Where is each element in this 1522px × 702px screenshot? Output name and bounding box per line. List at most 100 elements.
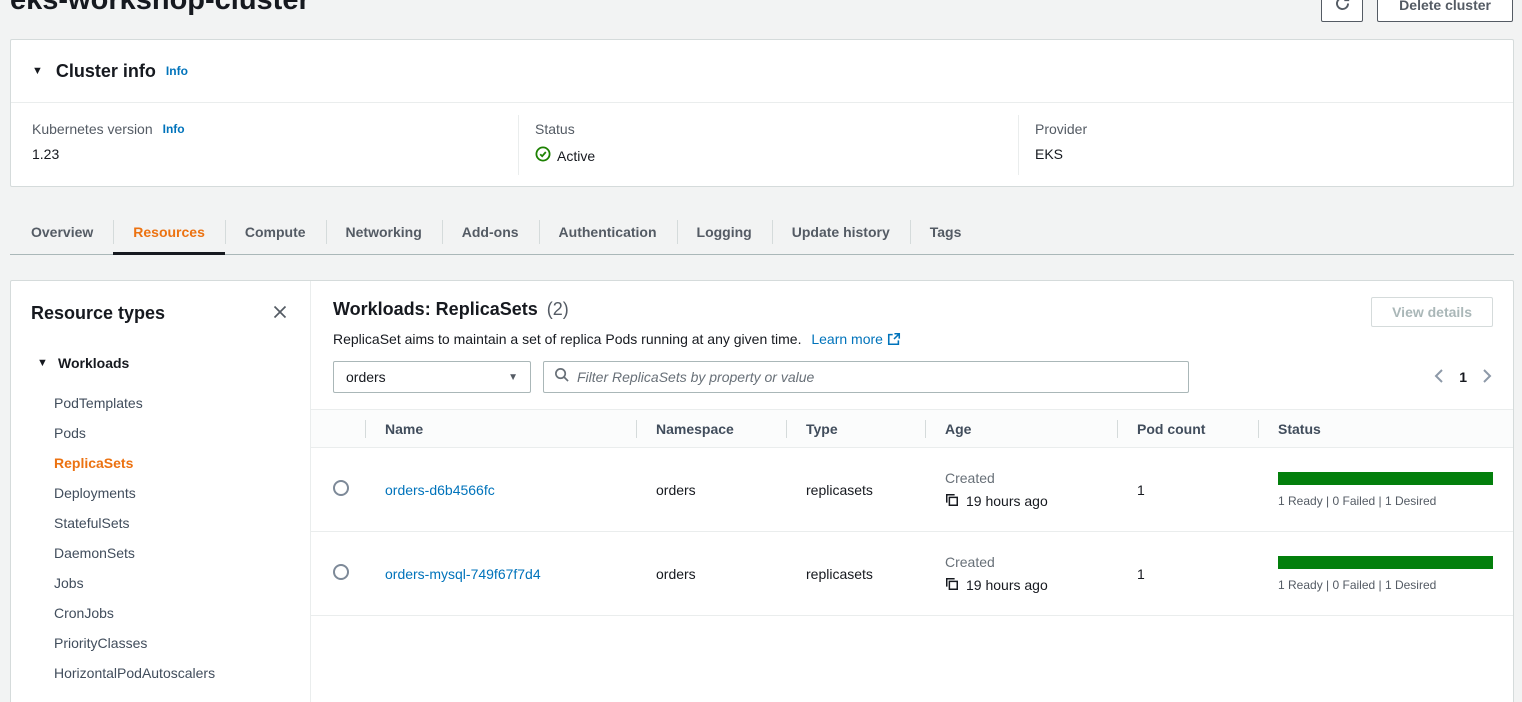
- sidebar-title: Resource types: [31, 303, 165, 324]
- provider-label: Provider: [1035, 121, 1087, 137]
- tab-tags[interactable]: Tags: [910, 210, 982, 254]
- external-link-icon: [887, 333, 901, 349]
- age-text: 19 hours ago: [966, 493, 1048, 509]
- copy-button[interactable]: [945, 577, 959, 594]
- cluster-info-title: Cluster info: [56, 61, 156, 82]
- column-divider: [518, 115, 519, 175]
- sidebar-item-deployments[interactable]: Deployments: [31, 478, 290, 508]
- status-summary: 1 Ready | 0 Failed | 1 Desired: [1278, 494, 1513, 508]
- caret-down-icon: ▼: [37, 357, 49, 369]
- row-radio-button[interactable]: [333, 564, 349, 580]
- sidebar-item-pods[interactable]: Pods: [31, 418, 290, 448]
- status-bar: [1278, 556, 1493, 569]
- age-text: 19 hours ago: [966, 577, 1048, 593]
- sidebar-item-horizontalpodautoscalers[interactable]: HorizontalPodAutoscalers: [31, 658, 290, 688]
- view-details-button[interactable]: View details: [1371, 297, 1493, 327]
- selection-column-header: [311, 410, 365, 448]
- cluster-info-panel: ▼ Cluster info Info Kubernetes version I…: [10, 39, 1514, 187]
- copy-button[interactable]: [945, 493, 959, 510]
- caret-down-icon[interactable]: ▼: [32, 65, 43, 77]
- replicasets-table: Name Namespace Type Age Pod count Status…: [311, 409, 1513, 616]
- refresh-button[interactable]: [1321, 0, 1363, 22]
- check-circle-icon: [535, 146, 551, 165]
- copy-icon: [945, 577, 959, 594]
- cluster-info-body: Kubernetes version Info 1.23 Status Acti…: [11, 103, 1513, 187]
- provider-value: EKS: [1035, 146, 1087, 162]
- sidebar-close-button[interactable]: [270, 304, 290, 324]
- provider-field: Provider EKS: [1035, 121, 1087, 162]
- age-created-label: Created: [945, 554, 1117, 570]
- cell-status: 1 Ready | 0 Failed | 1 Desired: [1258, 532, 1513, 616]
- cell-type: replicasets: [786, 532, 925, 616]
- sidebar-item-list: PodTemplates Pods ReplicaSets Deployment…: [31, 388, 290, 688]
- dropdown-value: orders: [346, 369, 386, 385]
- learn-more-link[interactable]: Learn more: [811, 331, 883, 347]
- sidebar-item-cronjobs[interactable]: CronJobs: [31, 598, 290, 628]
- replicaset-name-link[interactable]: orders-d6b4566fc: [385, 482, 495, 498]
- status-label: Status: [535, 121, 575, 137]
- copy-icon: [945, 493, 959, 510]
- tab-update-history[interactable]: Update history: [772, 210, 910, 254]
- cell-type: replicasets: [786, 448, 925, 532]
- cell-status: 1 Ready | 0 Failed | 1 Desired: [1258, 448, 1513, 532]
- eks-console-screen: eks-workshop-cluster Delete cluster ▼ Cl…: [0, 0, 1522, 702]
- refresh-icon: [1334, 0, 1351, 15]
- kubernetes-version-label: Kubernetes version: [32, 121, 153, 137]
- search-box: [543, 361, 1189, 393]
- sidebar-item-jobs[interactable]: Jobs: [31, 568, 290, 598]
- sidebar-item-statefulsets[interactable]: StatefulSets: [31, 508, 290, 538]
- column-header-name: Name: [365, 410, 636, 448]
- kubernetes-version-value: 1.23: [32, 146, 185, 162]
- sidebar-item-podtemplates[interactable]: PodTemplates: [31, 388, 290, 418]
- column-header-status: Status: [1258, 410, 1513, 448]
- tab-add-ons[interactable]: Add-ons: [442, 210, 539, 254]
- replicaset-name-link[interactable]: orders-mysql-749f67f7d4: [385, 566, 541, 582]
- cell-age: Created 19 hours ago: [925, 532, 1117, 616]
- main-description: ReplicaSet aims to maintain a set of rep…: [333, 331, 1493, 349]
- cell-namespace: orders: [636, 448, 786, 532]
- tab-resources[interactable]: Resources: [113, 210, 225, 254]
- status-text: Active: [557, 148, 595, 164]
- kubernetes-version-info-link[interactable]: Info: [163, 122, 185, 136]
- filter-input[interactable]: [577, 369, 1178, 385]
- tab-logging[interactable]: Logging: [677, 210, 772, 254]
- sidebar-group-workloads[interactable]: ▼ Workloads: [31, 355, 290, 371]
- description-text: ReplicaSet aims to maintain a set of rep…: [333, 331, 801, 347]
- column-header-type: Type: [786, 410, 925, 448]
- page-number[interactable]: 1: [1459, 369, 1467, 385]
- column-header-pod-count: Pod count: [1117, 410, 1258, 448]
- sidebar-item-daemonsets[interactable]: DaemonSets: [31, 538, 290, 568]
- cluster-info-info-link[interactable]: Info: [166, 64, 188, 78]
- previous-page-button[interactable]: [1433, 368, 1445, 387]
- delete-cluster-button[interactable]: Delete cluster: [1377, 0, 1513, 22]
- sidebar-item-priorityclasses[interactable]: PriorityClasses: [31, 628, 290, 658]
- search-icon: [554, 367, 569, 387]
- page-title: eks-workshop-cluster: [10, 0, 310, 17]
- namespace-filter-dropdown[interactable]: orders ▼: [333, 361, 531, 393]
- resource-types-sidebar: Resource types ▼ Workloads PodTemplates …: [11, 281, 311, 702]
- tab-networking[interactable]: Networking: [326, 210, 442, 254]
- cluster-info-header[interactable]: ▼ Cluster info Info: [11, 40, 1513, 103]
- filter-row: orders ▼ 1: [333, 361, 1493, 393]
- main-title-text: Workloads: ReplicaSets: [333, 299, 538, 319]
- cell-pod-count: 1: [1117, 532, 1258, 616]
- tab-authentication[interactable]: Authentication: [539, 210, 677, 254]
- tab-compute[interactable]: Compute: [225, 210, 326, 254]
- status-summary: 1 Ready | 0 Failed | 1 Desired: [1278, 578, 1513, 592]
- chevron-right-icon: [1481, 368, 1493, 387]
- tab-overview[interactable]: Overview: [11, 210, 113, 254]
- age-created-label: Created: [945, 470, 1117, 486]
- sidebar-group-label: Workloads: [58, 355, 129, 371]
- table-header-row: Name Namespace Type Age Pod count Status: [311, 410, 1513, 448]
- column-divider: [1018, 115, 1019, 175]
- sidebar-item-replicasets[interactable]: ReplicaSets: [31, 448, 290, 478]
- cell-pod-count: 1: [1117, 448, 1258, 532]
- close-icon: [272, 304, 288, 323]
- status-bar: [1278, 472, 1493, 485]
- table-row: orders-mysql-749f67f7d4 orders replicase…: [311, 532, 1513, 616]
- cell-age: Created 19 hours ago: [925, 448, 1117, 532]
- main-title: Workloads: ReplicaSets (2): [333, 299, 1493, 320]
- status-field: Status Active: [535, 121, 595, 165]
- next-page-button[interactable]: [1481, 368, 1493, 387]
- row-radio-button[interactable]: [333, 480, 349, 496]
